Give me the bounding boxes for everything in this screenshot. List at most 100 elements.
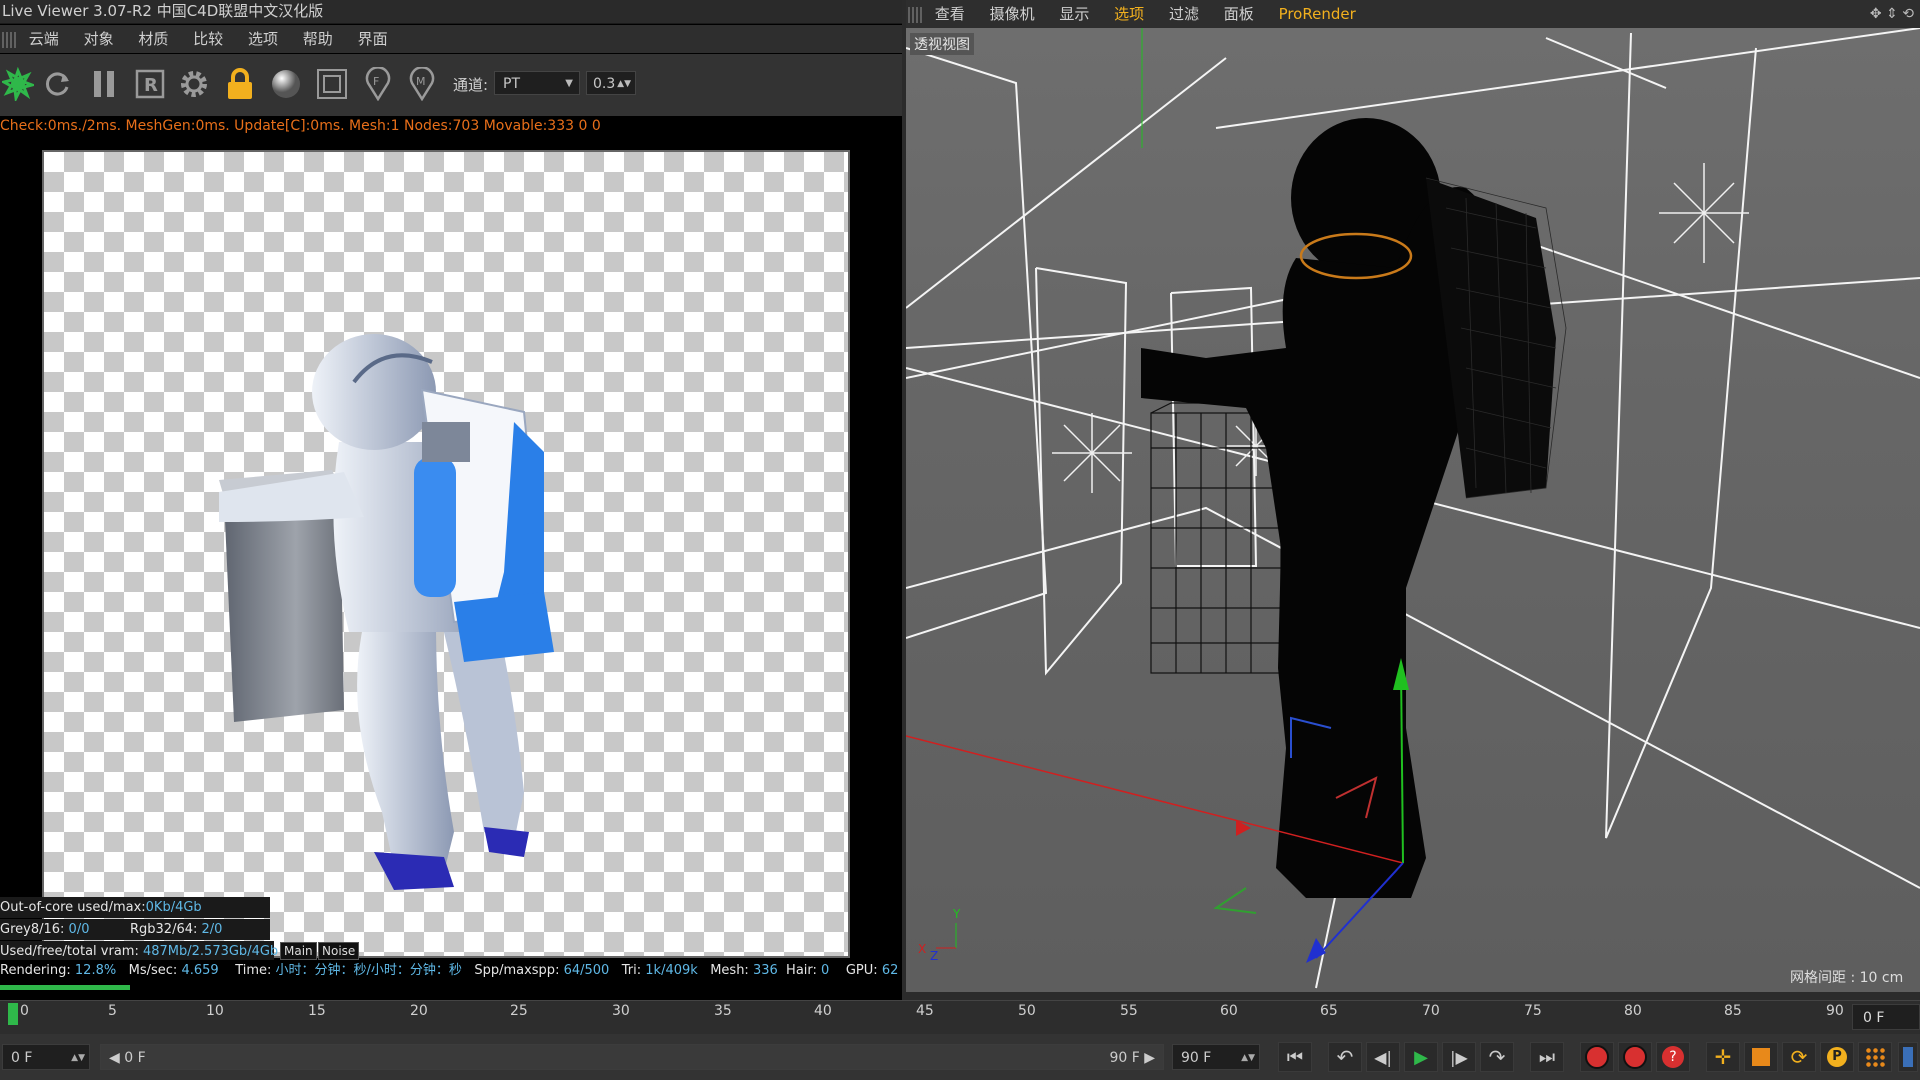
material-preview-button[interactable]: [268, 64, 304, 104]
next-key-icon: ↷: [1488, 1045, 1506, 1069]
value-stepper-value: 0.3: [593, 76, 616, 92]
tab-main[interactable]: Main: [280, 942, 317, 960]
record-keys-button[interactable]: [1580, 1042, 1614, 1072]
point-level-button[interactable]: [1858, 1042, 1892, 1072]
menu-options[interactable]: 选项: [248, 25, 278, 53]
viewport-nav-icons[interactable]: ✥ ⇕ ⟲: [1870, 0, 1914, 28]
region-icon: [317, 69, 347, 99]
octane-logo-icon: [2, 67, 34, 101]
region-button[interactable]: [314, 64, 350, 104]
move-key-button[interactable]: ✛: [1706, 1042, 1740, 1072]
previous-key-button[interactable]: ↶: [1328, 1042, 1362, 1072]
pause-button[interactable]: [86, 64, 122, 104]
play-button[interactable]: ▶: [1404, 1042, 1438, 1072]
tab-noise[interactable]: Noise: [318, 942, 360, 960]
menu-prorender[interactable]: ProRender: [1279, 0, 1356, 28]
menu-help[interactable]: 帮助: [303, 25, 333, 53]
stepper-arrows-icon: ▲▼: [71, 1053, 85, 1063]
stepper-arrows-icon: ▲▼: [617, 79, 631, 89]
restart-button[interactable]: [40, 64, 76, 104]
timeline-tick: 0: [20, 1003, 29, 1019]
stat-value: 4.659: [181, 963, 219, 978]
current-frame-value: 0 F: [11, 1050, 33, 1066]
stat-label: Out-of-core used/max:: [0, 900, 146, 915]
grip-icon[interactable]: [2, 31, 16, 48]
viewport-menubar: 查看 摄像机 显示 选项 过滤 面板 ProRender ✥ ⇕ ⟲: [906, 0, 1920, 28]
more-button[interactable]: [1898, 1042, 1918, 1072]
menu-material[interactable]: 材质: [138, 25, 168, 53]
pause-icon: [94, 71, 114, 97]
next-frame-button[interactable]: |▶: [1442, 1042, 1476, 1072]
scale-key-button[interactable]: [1744, 1042, 1778, 1072]
param-key-button[interactable]: P: [1820, 1042, 1854, 1072]
menu-interface[interactable]: 界面: [358, 25, 388, 53]
stat-value: 487Mb/2.573Gb/4Gb: [142, 944, 279, 959]
range-end-value: 90 F ▶: [1109, 1050, 1155, 1066]
frame-range-slider[interactable]: ◀ 0 F 90 F ▶: [100, 1044, 1164, 1070]
current-frame-field[interactable]: 0 F ▲▼: [2, 1044, 90, 1070]
goto-end-button[interactable]: ⏭: [1530, 1042, 1564, 1072]
timeline-cursor[interactable]: [8, 1003, 18, 1025]
svg-text:R: R: [144, 75, 158, 96]
lock-icon: [228, 68, 252, 99]
timeline-end-frame[interactable]: 0 F: [1852, 1004, 1920, 1030]
timeline-tick: 90: [1826, 1003, 1844, 1019]
move-icon: ✛: [1714, 1045, 1732, 1069]
timeline-tick: 25: [510, 1003, 528, 1019]
channel-select[interactable]: PT ▼: [494, 71, 580, 95]
render-frame[interactable]: [42, 150, 850, 958]
next-key-button[interactable]: ↷: [1480, 1042, 1514, 1072]
stat-label: Time:: [235, 963, 272, 978]
timeline-tick: 10: [206, 1003, 224, 1019]
value-stepper[interactable]: 0.3 ▲▼: [586, 71, 636, 95]
material-pick-button[interactable]: M: [404, 64, 440, 104]
settings-button[interactable]: [176, 64, 212, 104]
overflow-icon: [1903, 1047, 1913, 1067]
timeline-tick: 30: [612, 1003, 630, 1019]
menu-compare[interactable]: 比较: [193, 25, 223, 53]
focus-pin-icon: F: [365, 67, 391, 101]
viewport-scene: Y X Z: [906, 28, 1920, 989]
scale-icon: [1752, 1048, 1770, 1066]
stat-value: 12.8%: [74, 963, 117, 978]
menu-display[interactable]: 显示: [1059, 0, 1089, 28]
sphere-icon: [272, 70, 300, 98]
menu-camera[interactable]: 摄像机: [990, 0, 1035, 28]
region-render-button[interactable]: R: [132, 64, 168, 104]
rotate-key-button[interactable]: ⟳: [1782, 1042, 1816, 1072]
viewport-label[interactable]: 透视视图: [910, 33, 974, 55]
goto-start-button[interactable]: ⏮: [1278, 1042, 1312, 1072]
menu-options-active[interactable]: 选项: [1114, 0, 1144, 28]
timeline-tick: 45: [916, 1003, 934, 1019]
live-viewer-menubar: 云端 对象 材质 比较 选项 帮助 界面: [0, 25, 902, 53]
timeline-ruler[interactable]: 0 5 10 15 20 25 30 35 40 45 50 55 60 65 …: [0, 1000, 1920, 1035]
lock-button[interactable]: [222, 64, 258, 104]
menu-cloud[interactable]: 云端: [29, 25, 59, 53]
stat-value: 小时：分钟：秒/小时：分钟：秒: [275, 963, 462, 978]
help-icon: ?: [1662, 1046, 1684, 1068]
grid-spacing-label: 网格间距 : 10 cm: [1790, 970, 1904, 986]
focus-pick-button[interactable]: F: [360, 64, 396, 104]
menu-view[interactable]: 查看: [935, 0, 965, 28]
stat-value: 2/0: [201, 922, 223, 937]
stepper-arrows-icon: ▲▼: [1241, 1053, 1255, 1063]
stat-value: 64/500: [563, 963, 610, 978]
start-render-button[interactable]: [0, 64, 36, 104]
astronaut-render: [219, 334, 554, 890]
refresh-icon: [45, 72, 69, 96]
menu-filter[interactable]: 过滤: [1169, 0, 1199, 28]
stat-label: Spp/maxspp:: [474, 963, 560, 978]
stat-out-of-core: Out-of-core used/max:0Kb/4Gb: [0, 897, 270, 918]
menu-object[interactable]: 对象: [84, 25, 114, 53]
grip-icon[interactable]: [908, 6, 922, 23]
max-frame-field[interactable]: 90 F ▲▼: [1172, 1044, 1260, 1070]
auto-key-button[interactable]: [1618, 1042, 1652, 1072]
menu-panel[interactable]: 面板: [1224, 0, 1254, 28]
stat-value: 62: [881, 963, 899, 978]
previous-frame-button[interactable]: ◀|: [1366, 1042, 1400, 1072]
keyframe-help-button[interactable]: ?: [1656, 1042, 1690, 1072]
r-letter-icon: R: [135, 69, 165, 99]
play-icon: ▶: [1414, 1046, 1428, 1068]
perspective-viewport[interactable]: Y X Z: [906, 28, 1920, 992]
timeline-tick: 15: [308, 1003, 326, 1019]
